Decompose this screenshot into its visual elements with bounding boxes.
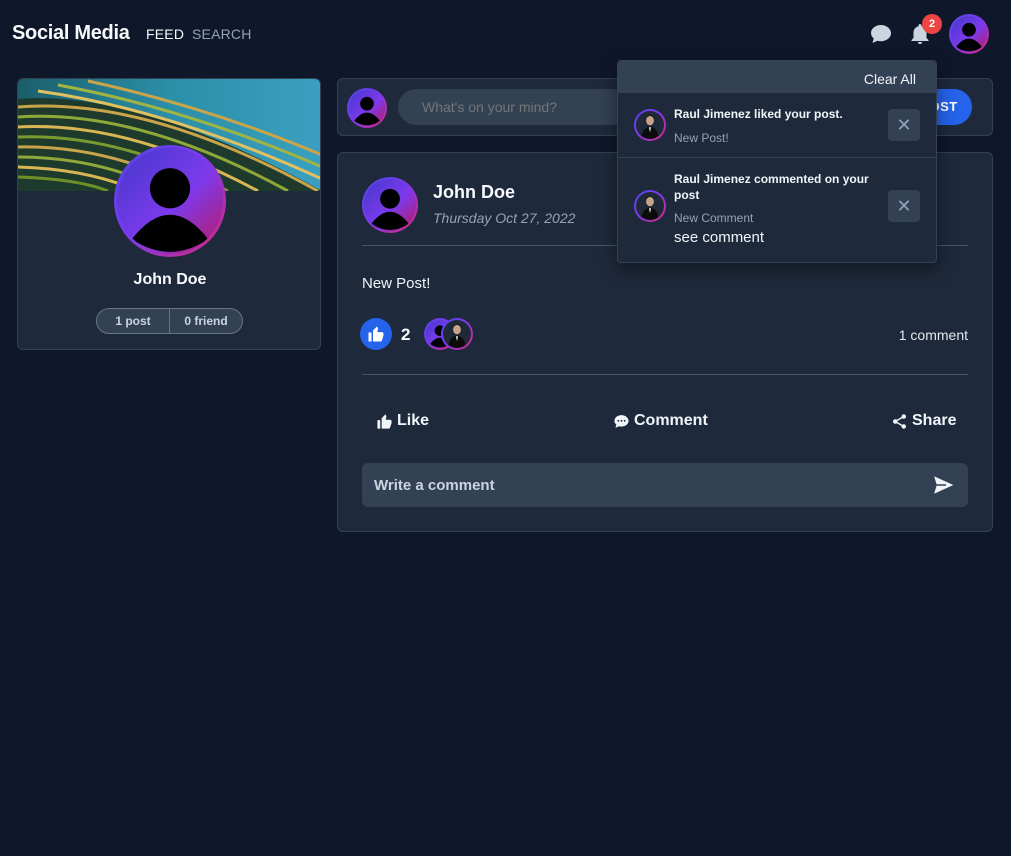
- notification-count-badge: 2: [922, 14, 942, 34]
- notifications-header: Clear All: [618, 61, 936, 93]
- share-icon: [892, 413, 907, 429]
- nav-feed-link[interactable]: FEED: [146, 26, 184, 42]
- share-label: Share: [912, 412, 957, 429]
- thumbs-up-icon: [368, 326, 384, 342]
- avatar-photo: [443, 320, 471, 348]
- comment-count[interactable]: 1 comment: [899, 327, 968, 343]
- composer-avatar: [347, 88, 387, 128]
- share-button[interactable]: Share: [891, 410, 956, 432]
- like-label: Like: [397, 412, 430, 429]
- friend-count[interactable]: 0 friend: [169, 309, 242, 333]
- chat-icon[interactable]: [869, 22, 893, 46]
- profile-card: John Doe 1 post 0 friend: [17, 78, 321, 350]
- notification-item[interactable]: Raul Jimenez commented on your post New …: [618, 158, 936, 263]
- thumbs-up-icon: [377, 413, 392, 429]
- post-author-name[interactable]: John Doe: [433, 182, 515, 203]
- notifications-dropdown: Clear All Raul Jimenez liked your post. …: [617, 60, 937, 263]
- notification-avatar: [634, 190, 666, 222]
- brand-logo[interactable]: Social Media: [12, 22, 130, 45]
- notification-text: Raul Jimenez liked your post.: [674, 107, 843, 121]
- top-navbar: Social Media FEED SEARCH 2: [0, 0, 1011, 68]
- nav-search-link[interactable]: SEARCH: [192, 26, 252, 42]
- like-button[interactable]: Like: [376, 410, 429, 432]
- post-count[interactable]: 1 post: [97, 309, 169, 333]
- avatar-icon: [117, 148, 223, 254]
- profile-stats: 1 post 0 friend: [96, 308, 243, 334]
- user-avatar-menu[interactable]: [949, 14, 989, 54]
- divider: [362, 374, 968, 375]
- avatar-icon: [349, 90, 385, 126]
- post-author-avatar[interactable]: [362, 177, 418, 233]
- notification-text: Raul Jimenez commented on your post: [674, 172, 869, 202]
- see-comment-link[interactable]: see comment: [674, 229, 764, 246]
- liker-avatar[interactable]: [441, 318, 473, 350]
- send-icon[interactable]: [932, 474, 956, 496]
- comment-icon: [614, 414, 629, 428]
- dismiss-notification-button[interactable]: ✕: [888, 109, 920, 141]
- comment-button[interactable]: Comment: [613, 410, 708, 432]
- dismiss-notification-button[interactable]: ✕: [888, 190, 920, 222]
- like-count[interactable]: 2: [401, 325, 410, 345]
- avatar-photo: [636, 111, 664, 139]
- profile-avatar[interactable]: [114, 145, 226, 257]
- post-text: New Post!: [362, 275, 431, 292]
- notification-subtext: New Post!: [674, 131, 729, 145]
- notification-item[interactable]: Raul Jimenez liked your post. New Post! …: [618, 93, 936, 158]
- post-date: Thursday Oct 27, 2022: [433, 210, 576, 226]
- like-reaction-badge: [360, 318, 392, 350]
- avatar-photo: [636, 192, 664, 220]
- profile-name[interactable]: John Doe: [18, 271, 320, 289]
- close-icon: ✕: [896, 115, 912, 135]
- avatar-icon: [364, 179, 416, 231]
- avatar-icon: [951, 16, 987, 52]
- close-icon: ✕: [896, 196, 912, 216]
- comment-input[interactable]: Write a comment: [362, 463, 968, 507]
- comment-label: Comment: [634, 412, 708, 429]
- clear-all-button[interactable]: Clear All: [864, 71, 916, 87]
- comment-placeholder: Write a comment: [374, 477, 495, 494]
- notification-avatar: [634, 109, 666, 141]
- notification-subtext: New Comment: [674, 211, 754, 225]
